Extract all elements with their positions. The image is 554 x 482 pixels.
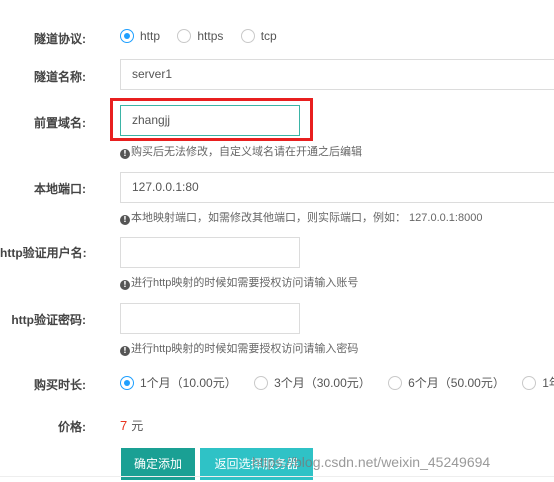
watermark-text: https://blog.csdn.net/weixin_45249694 [252, 454, 491, 470]
http-password-input[interactable] [120, 303, 300, 334]
info-icon: ! [120, 215, 130, 225]
duration-option-3-months[interactable]: 3个月（30.00元） [254, 374, 371, 391]
tunnel-name-input[interactable]: server1 [120, 59, 554, 90]
radio-unchecked-icon[interactable] [388, 375, 403, 390]
duration-label: 购买时长: [34, 378, 86, 392]
tunnel-name-label: 隧道名称: [34, 70, 86, 84]
duration-radio-group: 1个月（10.00元） 3个月（30.00元） 6个月（50.00元） 1年 [120, 374, 554, 391]
protocol-option-https[interactable]: https [177, 28, 223, 44]
local-port-input[interactable]: 127.0.0.1:80 [120, 172, 554, 203]
duration-option-1-month[interactable]: 1个月（10.00元） [120, 374, 237, 391]
protocol-option-http[interactable]: http [120, 28, 160, 44]
price-value: 7元 [120, 417, 143, 434]
divider [0, 476, 554, 477]
price-amount: 7 [120, 418, 128, 433]
radio-unchecked-icon[interactable] [522, 375, 537, 390]
protocol-option-tcp[interactable]: tcp [240, 28, 277, 44]
radio-checked-icon[interactable] [120, 375, 134, 390]
highlight-annotation-box [110, 98, 313, 141]
radio-unchecked-icon[interactable] [240, 29, 255, 44]
duration-option-6-months[interactable]: 6个月（50.00元） [388, 374, 505, 391]
radio-unchecked-icon[interactable] [254, 375, 269, 390]
price-unit: 元 [131, 419, 144, 433]
price-label: 价格: [58, 420, 86, 434]
protocol-radio-group: http https tcp [120, 28, 277, 44]
info-icon: ! [120, 149, 130, 159]
protocol-label: 隧道协议: [34, 32, 86, 46]
http-username-hint: ! 进行http映射的时候如需要授权访问请输入账号 [120, 274, 358, 290]
info-icon: ! [120, 346, 130, 356]
radio-checked-icon[interactable] [120, 29, 134, 44]
http-username-input[interactable] [120, 237, 300, 268]
local-port-hint: ! 本地映射端口，如需修改其他端口，则实际端口，例如： 127.0.0.1:800… [120, 209, 482, 225]
http-password-label: http验证密码: [11, 313, 86, 327]
prefix-domain-hint: ! 购买后无法修改，自定义域名请在开通之后编辑 [120, 143, 362, 159]
duration-option-1-year[interactable]: 1年 [522, 374, 554, 391]
prefix-domain-label: 前置域名: [34, 116, 86, 130]
info-icon: ! [120, 280, 130, 290]
radio-unchecked-icon[interactable] [177, 29, 192, 44]
http-username-label: http验证用户名: [0, 246, 87, 260]
http-password-hint: ! 进行http映射的时候如需要授权访问请输入密码 [120, 340, 358, 356]
local-port-label: 本地端口: [34, 182, 86, 196]
